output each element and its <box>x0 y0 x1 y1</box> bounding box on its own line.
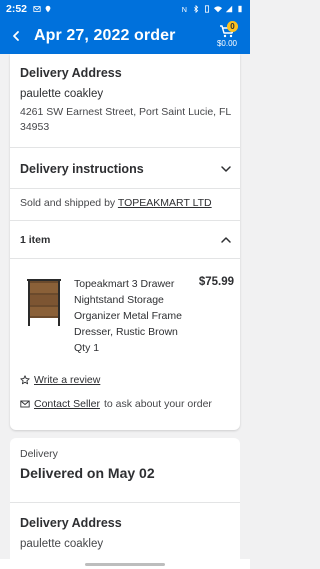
page-title: Apr 27, 2022 order <box>34 27 176 44</box>
home-indicator <box>0 559 250 569</box>
divider <box>10 220 240 221</box>
divider <box>10 188 240 189</box>
product-image <box>27 279 61 326</box>
svg-text:N: N <box>182 5 187 13</box>
status-bar: 2:52 N <box>0 0 250 18</box>
divider <box>10 258 240 259</box>
delivery-status: Delivered on May 02 <box>20 465 155 481</box>
app-header: Apr 27, 2022 order 0 $0.00 <box>0 18 250 54</box>
product-name: Topeakmart 3 Drawer Nightstand Storage O… <box>74 278 182 338</box>
delivery-label: Delivery <box>20 448 58 460</box>
battery-icon <box>238 5 242 13</box>
contact-seller-suffix: to ask about your order <box>103 398 212 410</box>
mail-icon <box>20 400 30 408</box>
order-card: Delivery Address paulette coakley 4261 S… <box>10 54 240 430</box>
delivery-instructions-toggle[interactable]: Delivery instructions <box>20 160 232 178</box>
signal-icon <box>225 5 233 13</box>
status-time: 2:52 <box>6 3 28 15</box>
home-bar[interactable] <box>85 563 165 566</box>
nfc-icon: N <box>182 5 187 13</box>
vibrate-icon <box>205 5 209 13</box>
cart-count-badge: 0 <box>227 21 238 32</box>
mail-icon <box>33 6 41 12</box>
chevron-down-icon <box>221 166 231 172</box>
divider <box>10 147 240 148</box>
delivery-status-card: Delivery Delivered on May 02 Delivery Ad… <box>10 438 240 569</box>
delivery-address-title: Delivery Address <box>20 66 122 80</box>
items-count: 1 item <box>20 234 51 246</box>
chevron-up-icon <box>221 237 231 243</box>
wifi-icon <box>214 6 222 13</box>
seller-prefix: Sold and shipped by <box>20 197 116 209</box>
product-price: $75.99 <box>198 276 234 288</box>
divider <box>10 502 240 503</box>
delivery-instructions-title: Delivery instructions <box>20 162 144 176</box>
contact-seller-link[interactable]: Contact Seller <box>34 398 100 410</box>
list-item[interactable]: Topeakmart 3 Drawer Nightstand Storage O… <box>24 276 234 356</box>
write-review-link[interactable]: Write a review <box>34 374 100 386</box>
star-icon <box>20 375 30 385</box>
items-toggle[interactable]: 1 item <box>20 232 232 248</box>
back-arrow-icon[interactable] <box>8 28 24 44</box>
seller-info: Sold and shipped by TOPEAKMART LTD <box>20 197 212 209</box>
delivery-address-title: Delivery Address <box>20 516 122 530</box>
recipient-name: paulette coakley <box>20 538 104 550</box>
bluetooth-icon <box>194 5 199 13</box>
cart-total: $0.00 <box>216 39 238 48</box>
seller-link[interactable]: TOPEAKMART LTD <box>118 197 212 209</box>
contact-seller-row: Contact Seller to ask about your order <box>20 398 212 410</box>
product-qty: Qty 1 <box>74 342 100 354</box>
location-icon <box>45 5 51 13</box>
write-review-row: Write a review <box>20 374 100 386</box>
delivery-address-text: 4261 SW Earnest Street, Port Saint Lucie… <box>20 106 231 133</box>
recipient-name: paulette coakley <box>20 88 104 100</box>
cart-button[interactable]: 0 $0.00 <box>212 20 242 52</box>
